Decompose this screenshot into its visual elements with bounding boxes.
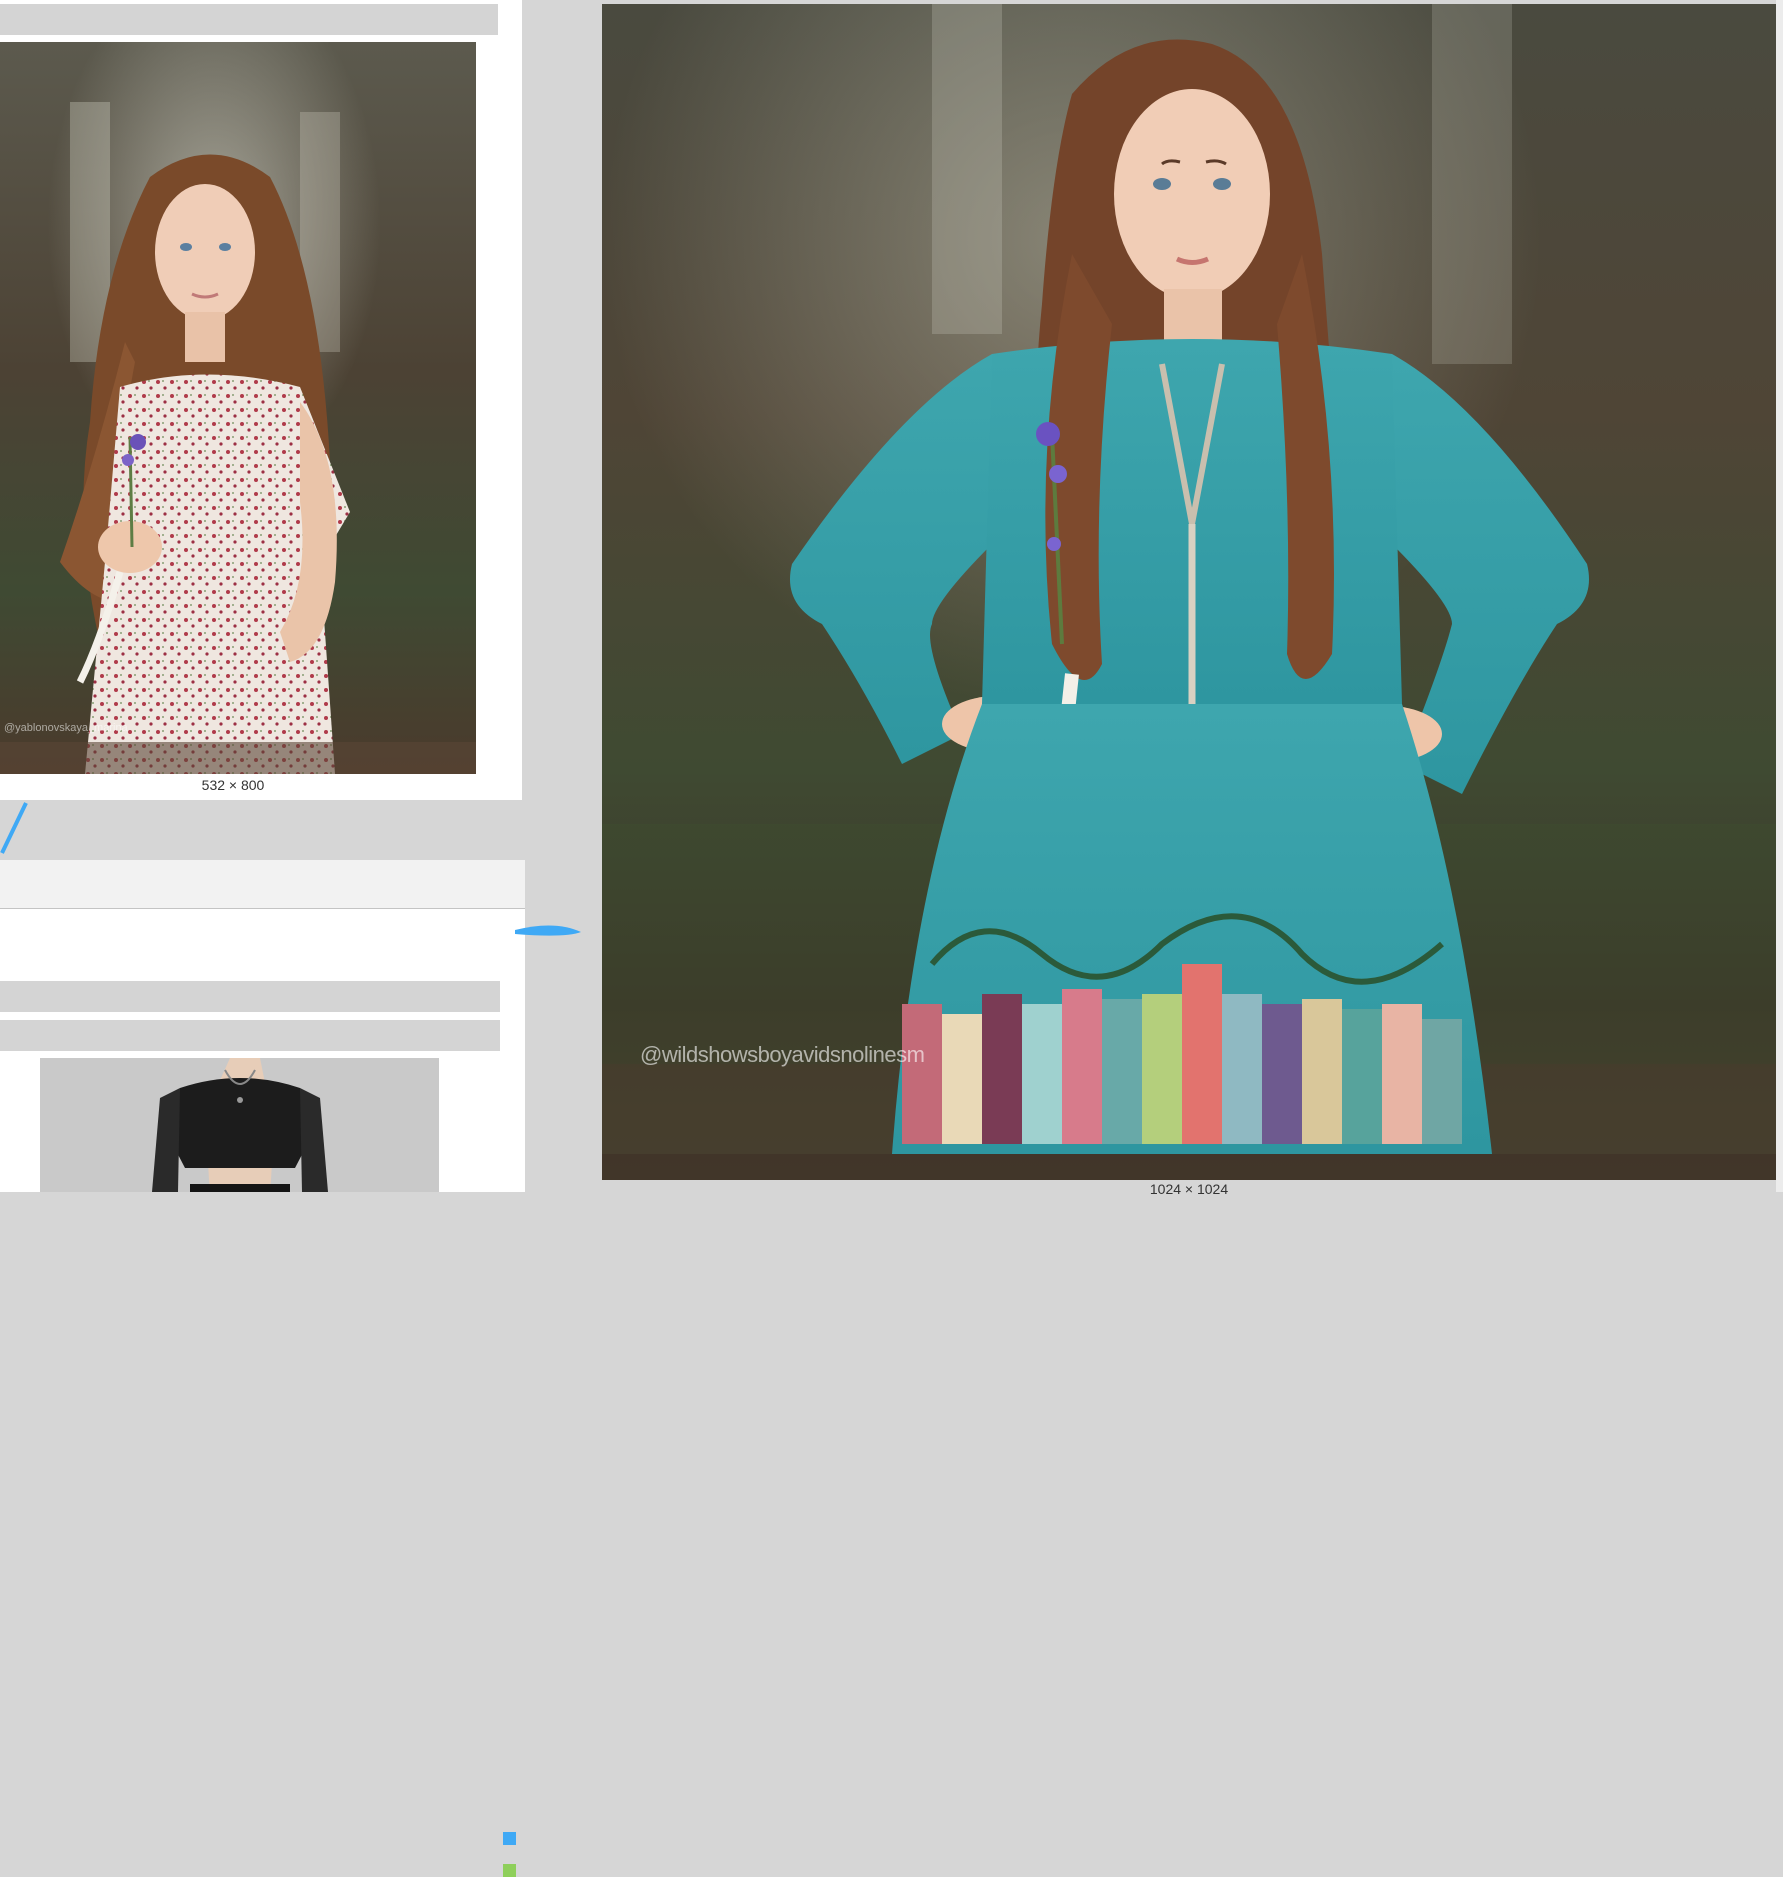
reference-watermark: @yablonovskaya_marina <box>4 722 128 734</box>
mask-node-body[interactable] <box>0 909 525 1877</box>
preview-watermark: @wildshowsboyavidsnolinesm <box>640 1042 925 1067</box>
mask-node-header[interactable] <box>0 860 525 909</box>
scrollbar-track[interactable] <box>1776 0 1783 1192</box>
link-wire-segment <box>0 802 28 854</box>
node-column: @yablonovskaya_marina 532 × 800 <box>0 0 581 1877</box>
reference-dimensions-label: 532 × 800 <box>201 777 265 793</box>
link-wire-out <box>515 925 581 936</box>
preview-image <box>602 4 1776 1180</box>
image-input-port-icon[interactable] <box>503 1832 516 1845</box>
reference-image-node[interactable]: @yablonovskaya_marina 532 × 800 <box>0 0 522 800</box>
reference-photo: @yablonovskaya_marina <box>0 42 476 774</box>
preview-dimensions-label: 1024 × 1024 <box>1149 1181 1229 1197</box>
mask-input-port-icon[interactable] <box>503 1864 516 1877</box>
widget-bar-2[interactable] <box>0 1020 500 1051</box>
widget-bar-top[interactable] <box>0 4 498 35</box>
product-photo <box>40 1058 439 1192</box>
widget-bar-1[interactable] <box>0 981 500 1012</box>
